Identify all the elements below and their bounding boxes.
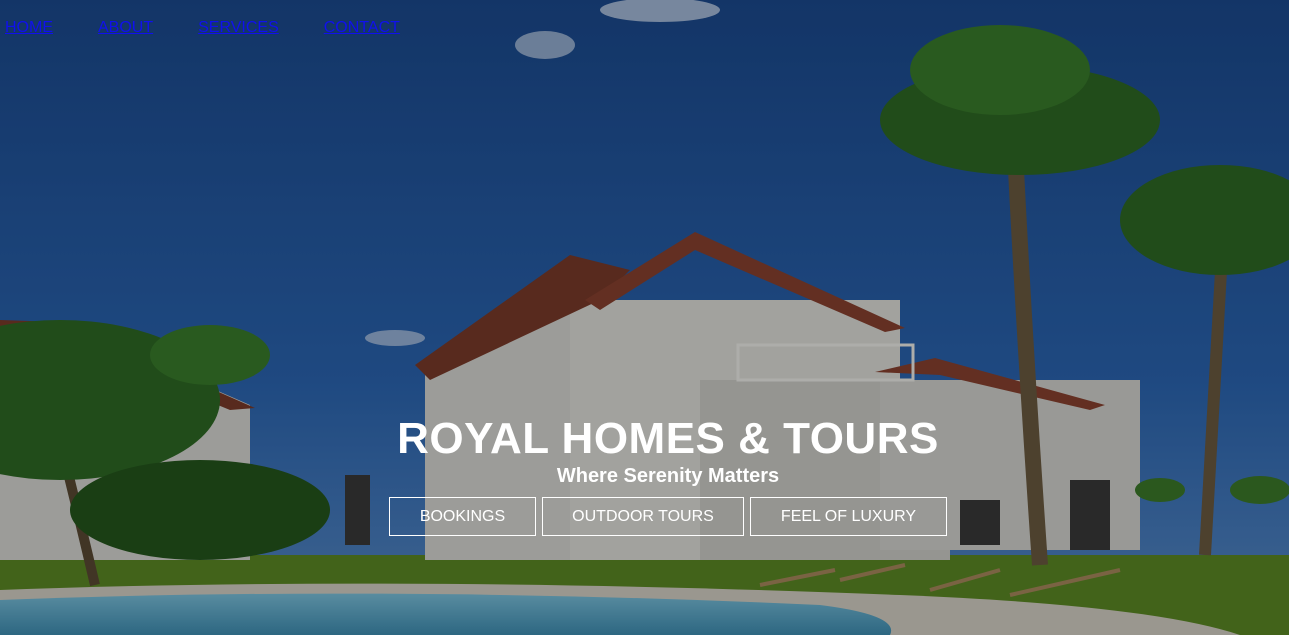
main-nav: HOME ABOUT SERVICES CONTACT — [5, 18, 445, 38]
hero-button-group: BOOKINGS OUTDOOR TOURS FEEL OF LUXURY — [0, 497, 1289, 536]
hero-title: ROYAL HOMES & TOURS — [397, 414, 939, 463]
nav-link-contact[interactable]: CONTACT — [324, 18, 400, 38]
outdoor-tours-button[interactable]: OUTDOOR TOURS — [542, 497, 744, 536]
hero-subtitle: Where Serenity Matters — [556, 465, 780, 487]
nav-link-home[interactable]: HOME — [5, 18, 53, 38]
nav-link-services[interactable]: SERVICES — [198, 18, 279, 38]
hero-section: ROYAL HOMES & TOURS Where Serenity Matte… — [0, 414, 1289, 536]
bookings-button[interactable]: BOOKINGS — [389, 497, 536, 536]
dark-overlay — [0, 0, 1289, 635]
feel-of-luxury-button[interactable]: FEEL OF LUXURY — [750, 497, 947, 536]
nav-link-about[interactable]: ABOUT — [98, 18, 153, 38]
